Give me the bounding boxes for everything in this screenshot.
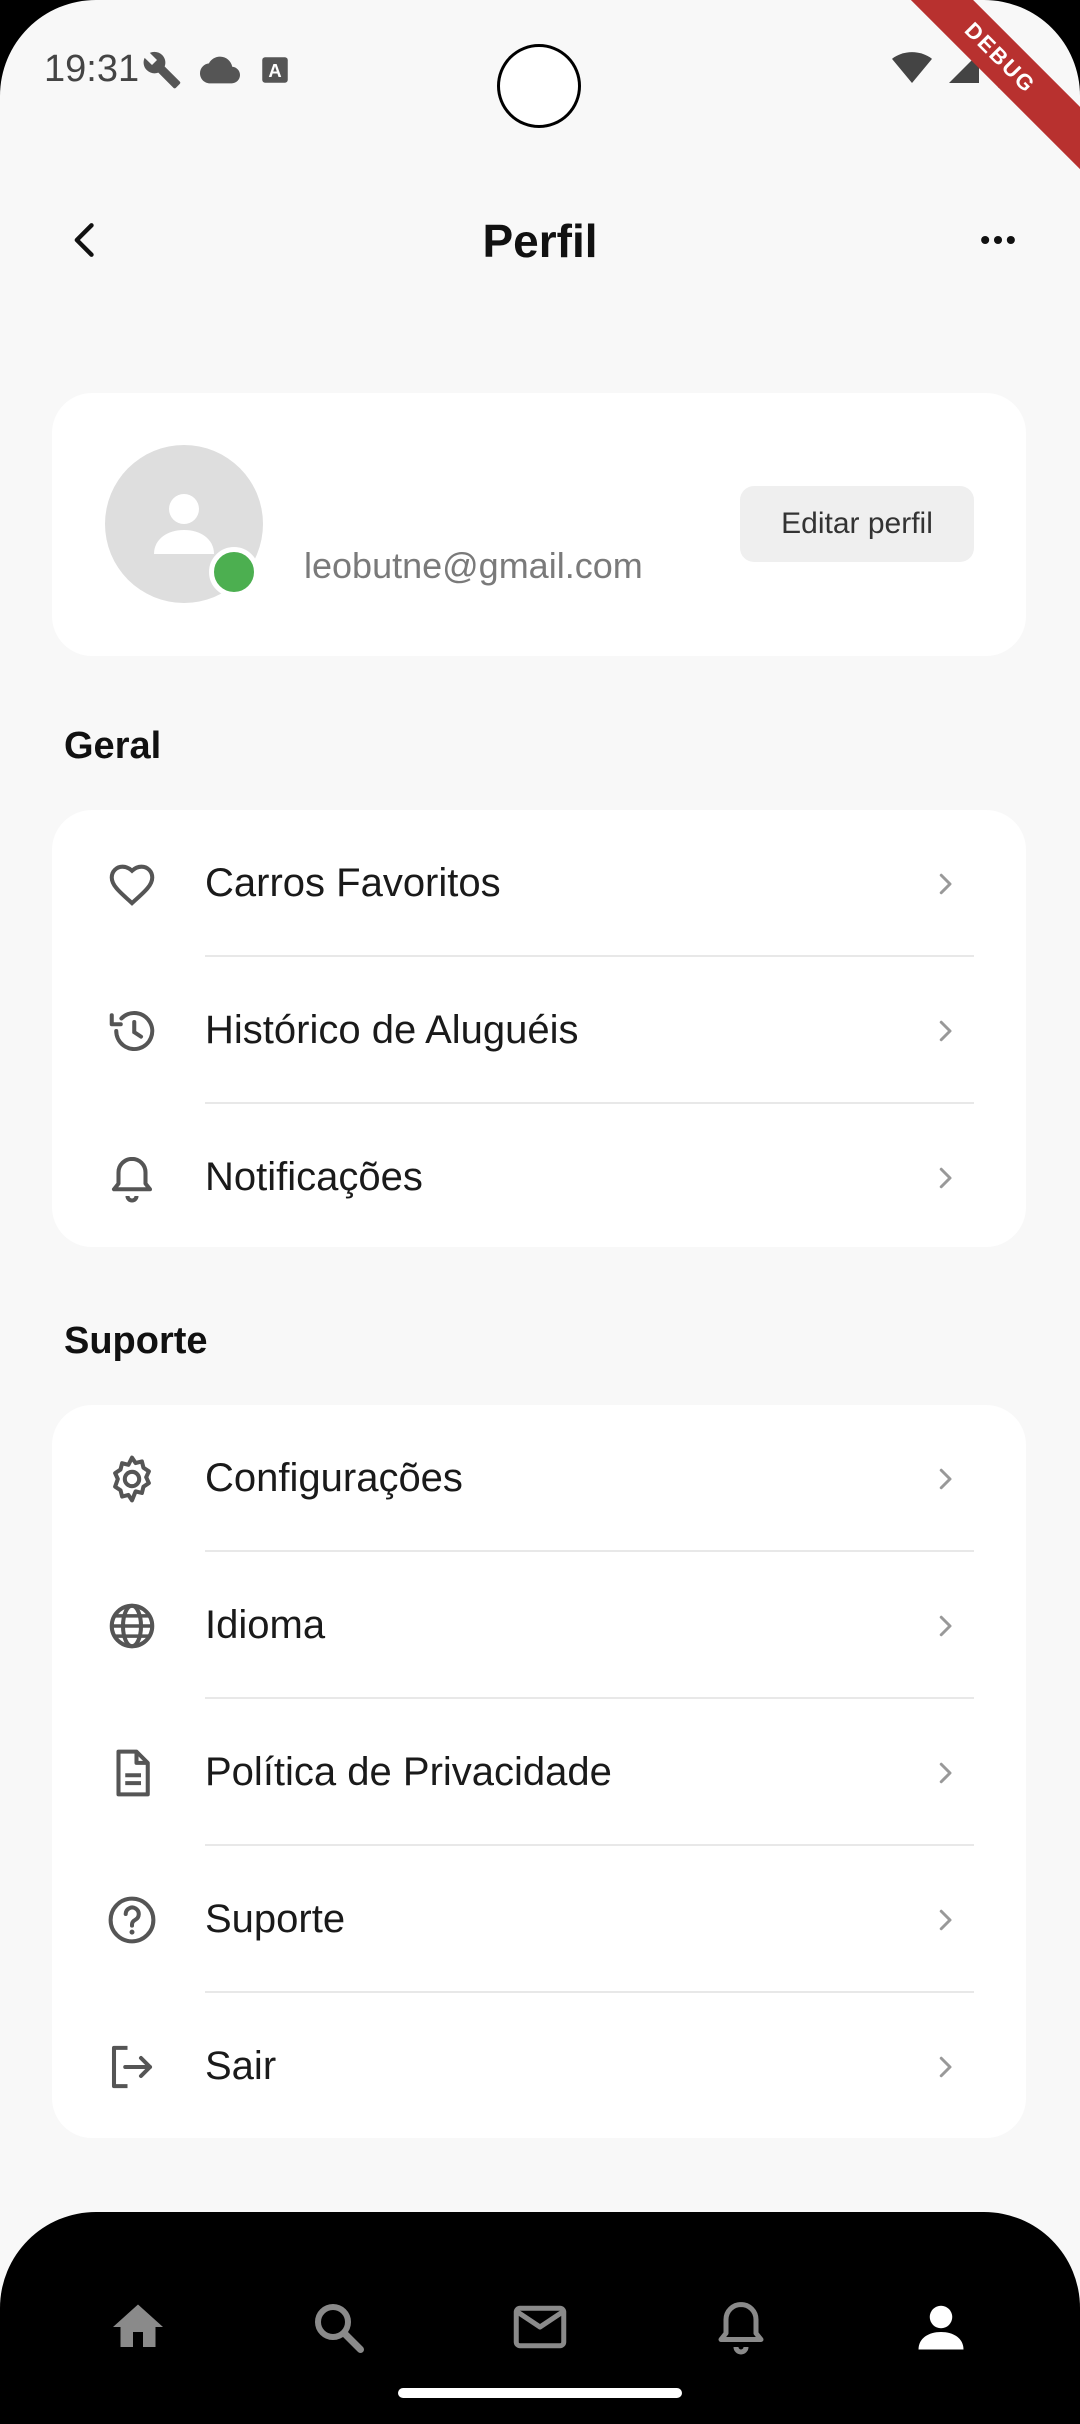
bell-icon [718,2302,764,2355]
app-bar: Perfil [0,190,1080,290]
chevron-right-icon [939,1167,952,1188]
svg-text:A: A [268,60,281,81]
chevron-right-icon [939,1615,952,1636]
chevron-right-icon [939,1909,952,1930]
gear-icon [104,1451,160,1507]
search-icon [315,2304,364,2353]
more-options-button[interactable] [968,210,1028,270]
status-time: 19:31 [44,48,140,90]
section-title-general: Geral [64,725,162,767]
chevron-right-icon [939,1762,952,1783]
history-icon [104,1003,160,1059]
menu-item-language[interactable]: Idioma [52,1552,1026,1699]
help-icon [104,1892,160,1948]
menu-item-logout[interactable]: Sair [52,1993,1026,2138]
menu-label: Notificações [205,1155,423,1199]
online-status-dot [209,547,259,597]
menu-label: Histórico de Aluguéis [205,1008,579,1052]
general-menu-card: Carros Favoritos Histórico de Aluguéis N… [52,810,1026,1247]
menu-item-rental-history[interactable]: Histórico de Aluguéis [52,957,1026,1104]
wifi-icon [892,48,932,93]
nav-profile[interactable] [906,2292,976,2362]
menu-item-favorite-cars[interactable]: Carros Favoritos [52,810,1026,957]
logout-icon [104,2039,160,2095]
menu-label: Carros Favoritos [205,861,501,905]
status-bar: 19:31 A DEBUG [0,0,1080,180]
document-icon [104,1745,160,1801]
more-horizontal-icon [981,235,1015,245]
menu-label: Configurações [205,1456,463,1500]
wrench-icon [142,50,182,95]
nav-messages[interactable] [505,2292,575,2362]
nav-search[interactable] [303,2292,373,2362]
globe-icon [104,1598,160,1654]
edit-profile-button[interactable]: Editar perfil [740,486,974,562]
nav-notifications[interactable] [706,2292,776,2362]
menu-item-support[interactable]: Suporte [52,1846,1026,1993]
nav-home[interactable] [103,2292,173,2362]
chevron-right-icon [939,1468,952,1489]
menu-label: Idioma [205,1603,326,1647]
camera-cutout [497,44,581,128]
menu-item-settings[interactable]: Configurações [52,1405,1026,1552]
page-title: Perfil [482,215,598,267]
profile-email: leobutne@gmail.com [304,545,643,586]
support-menu-card: Configurações Idioma Política de Privaci… [52,1405,1026,2138]
status-icons-left: A [142,50,292,95]
menu-label: Suporte [205,1897,346,1941]
screen: 19:31 A DEBUG Perfil leobutne@gmail.com … [0,0,1080,2424]
mail-icon [513,2305,567,2349]
menu-label: Política de Privacidade [205,1750,612,1794]
menu-label: Sair [205,2044,277,2088]
heart-icon [104,856,160,912]
bell-icon [104,1150,160,1206]
chevron-right-icon [939,2056,952,2077]
menu-item-privacy-policy[interactable]: Política de Privacidade [52,1699,1026,1846]
chevron-right-icon [939,873,952,894]
cloud-icon [200,50,240,95]
keyboard-a-icon: A [258,53,292,92]
section-title-support: Suporte [64,1320,208,1362]
home-icon [113,2304,163,2347]
bottom-nav [0,2212,1080,2424]
person-icon [918,2305,964,2350]
profile-card: leobutne@gmail.com Editar perfil [52,393,1026,656]
menu-item-notifications[interactable]: Notificações [52,1104,1026,1247]
person-avatar-icon [154,494,214,554]
home-indicator[interactable] [398,2388,682,2398]
chevron-right-icon [939,1020,952,1041]
